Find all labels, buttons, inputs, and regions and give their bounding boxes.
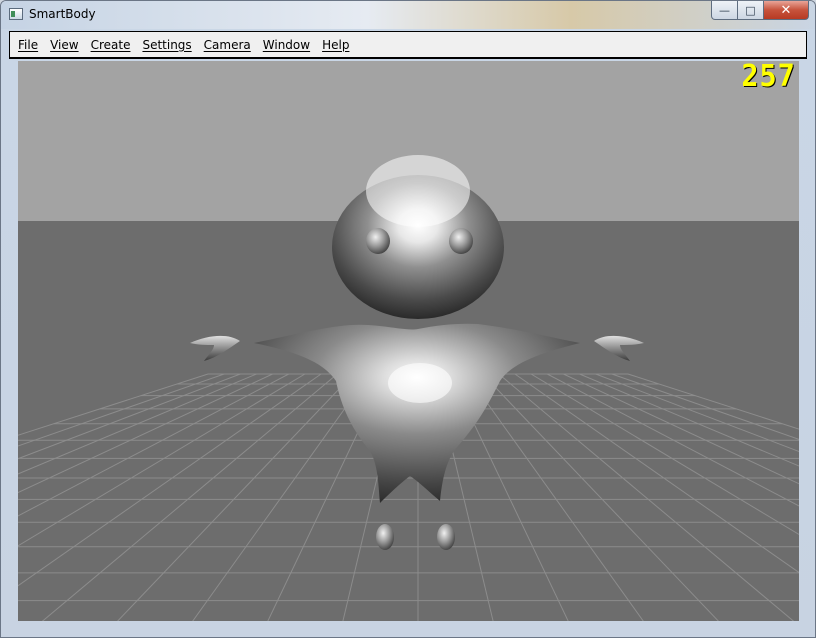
menu-window[interactable]: Window — [259, 38, 318, 52]
right-eye — [449, 228, 473, 254]
head-highlight — [366, 155, 470, 227]
menu-view[interactable]: View — [46, 38, 86, 52]
caption-buttons: — □ ✕ — [711, 1, 809, 20]
app-icon[interactable] — [9, 8, 23, 20]
menu-settings[interactable]: Settings — [138, 38, 199, 52]
menu-camera[interactable]: Camera — [200, 38, 259, 52]
close-icon: ✕ — [780, 2, 792, 18]
menu-bar: File View Create Settings Camera Window … — [9, 31, 807, 59]
menu-help[interactable]: Help — [318, 38, 357, 52]
maximize-button[interactable]: □ — [738, 1, 764, 20]
title-bar[interactable]: SmartBody — □ ✕ — [1, 1, 815, 29]
minimize-button[interactable]: — — [711, 1, 738, 20]
left-foot — [376, 524, 394, 550]
menu-create[interactable]: Create — [87, 38, 139, 52]
menu-file[interactable]: File — [14, 38, 46, 52]
frame-counter: 257 — [741, 61, 796, 94]
torso-highlight — [388, 363, 452, 403]
left-eye — [366, 228, 390, 254]
window-title: SmartBody — [29, 7, 96, 21]
3d-viewport[interactable]: 257 — [18, 61, 799, 621]
scene — [18, 61, 799, 621]
maximize-icon: □ — [745, 3, 756, 17]
right-foot — [437, 524, 455, 550]
minimize-icon: — — [719, 3, 730, 17]
app-window: SmartBody — □ ✕ File View Create Setting… — [0, 0, 816, 638]
close-button[interactable]: ✕ — [764, 1, 809, 20]
